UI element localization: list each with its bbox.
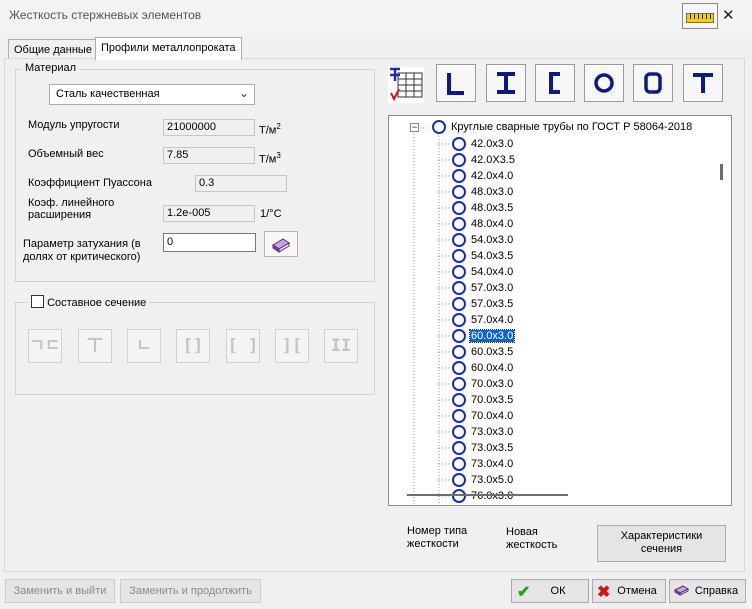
title-bar: Жесткость стержневых элементов ✕ (0, 0, 752, 34)
ruler-button[interactable] (682, 3, 718, 29)
rect-tube-profile-icon (644, 72, 662, 94)
vertical-scrollbar[interactable] (720, 164, 723, 180)
expansion-field: 1.2e-005 (163, 205, 255, 222)
round-tube-icon (452, 265, 466, 279)
round-tube-icon (452, 393, 466, 407)
table-icon[interactable] (388, 67, 424, 103)
section-characteristics-button[interactable]: Характеристики сечения (597, 525, 726, 562)
ok-button[interactable]: ✔ ОК (511, 579, 589, 603)
round-tube-icon (452, 361, 466, 375)
composite-type-3-button[interactable]: ㄴ (127, 329, 161, 363)
t-profile-icon (693, 73, 713, 93)
round-tube-icon (452, 441, 466, 455)
damping-input[interactable]: 0 (163, 233, 256, 252)
expansion-label-1: Коэф. линейного (28, 197, 115, 209)
round-tube-icon (452, 425, 466, 439)
tab-general[interactable]: Общие данные (8, 39, 96, 59)
composite-type-2-button[interactable]: ㄒ (78, 329, 112, 363)
cross-icon: ✖ (597, 584, 611, 601)
check-icon: ✔ (517, 584, 531, 601)
round-tube-icon (452, 153, 466, 167)
round-tube-icon (452, 457, 466, 471)
damping-label-2: долях от критического) (23, 251, 141, 263)
i-beam-profile-button[interactable] (486, 64, 526, 102)
round-tube-icon (452, 185, 466, 199)
new-stiffness-label-1: Новая (506, 526, 538, 538)
round-tube-icon (452, 473, 466, 487)
expansion-unit: 1/°C (260, 208, 282, 220)
profile-tree[interactable]: − Круглые сварные трубы по ГОСТ Р 58064-… (388, 115, 732, 506)
round-tube-icon (452, 217, 466, 231)
round-tube-profile-button[interactable] (584, 64, 624, 102)
weight-field: 7.85 (163, 147, 255, 164)
composite-label: Составное сечение (47, 297, 147, 309)
collapse-icon[interactable]: − (410, 123, 419, 132)
modulus-label: Модуль упругости (28, 119, 120, 131)
round-tube-icon (452, 313, 466, 327)
round-tube-icon (452, 233, 466, 247)
window-title: Жесткость стержневых элементов (9, 8, 202, 22)
close-icon[interactable]: ✕ (722, 6, 735, 24)
cancel-button[interactable]: ✖ Отмена (592, 579, 666, 603)
weight-unit: Т/м3 (259, 151, 281, 166)
composite-type-7-button[interactable]: II (324, 329, 358, 363)
composite-legend[interactable]: Составное сечение (28, 295, 150, 309)
round-tube-icon (452, 137, 466, 151)
type-number-label-2: жесткости (407, 538, 459, 550)
round-tube-icon (452, 297, 466, 311)
book-icon (272, 238, 290, 253)
round-tube-icon (432, 120, 446, 134)
composite-type-6-button[interactable]: ][ (275, 329, 309, 363)
angle-profile-button[interactable] (436, 64, 476, 102)
material-legend: Материал (22, 62, 79, 74)
modulus-field: 21000000 (163, 119, 255, 136)
channel-profile-icon (549, 72, 560, 94)
horizontal-scrollbar[interactable] (407, 494, 568, 496)
round-tube-icon (452, 249, 466, 263)
expansion-label-2: расширения (28, 209, 92, 221)
ruler-icon (686, 13, 714, 23)
round-tube-icon (452, 377, 466, 391)
poisson-label: Коэффициент Пуассона (28, 177, 152, 189)
help-button[interactable]: Справка (669, 579, 746, 603)
angle-profile-icon (447, 73, 464, 95)
modulus-unit: Т/м2 (259, 122, 281, 137)
rect-tube-profile-button[interactable] (633, 64, 673, 102)
i-beam-profile-icon (497, 72, 515, 94)
round-tube-icon (452, 409, 466, 423)
tree-guides (413, 127, 451, 505)
channel-profile-button[interactable] (535, 64, 575, 102)
round-tube-icon (452, 329, 466, 343)
round-tube-icon (452, 489, 466, 503)
weight-label: Объемный вес (28, 148, 104, 160)
new-stiffness-label-2: жесткость (506, 539, 558, 551)
round-tube-icon (452, 169, 466, 183)
tab-profiles[interactable]: Профили металлопроката (95, 37, 242, 60)
round-tube-profile-icon (594, 73, 614, 93)
material-select[interactable]: Сталь качественная ⌄ (49, 84, 255, 105)
poisson-field: 0.3 (195, 175, 287, 192)
composite-type-1-button[interactable]: ㄱㄷ (28, 329, 62, 363)
replace-and-exit-button[interactable]: Заменить и выйти (5, 579, 115, 603)
composite-type-5-button[interactable]: [ ] (226, 329, 260, 363)
material-select-value: Сталь качественная (56, 88, 160, 100)
round-tube-icon (452, 201, 466, 215)
type-number-label-1: Номер типа (407, 525, 468, 537)
composite-checkbox[interactable] (31, 295, 44, 308)
damping-label-1: Параметр затухания (в (23, 238, 141, 250)
chevron-down-icon: ⌄ (238, 86, 249, 100)
replace-and-continue-button[interactable]: Заменить и продолжить (120, 579, 261, 603)
round-tube-icon (452, 345, 466, 359)
composite-type-4-button[interactable]: [] (176, 329, 210, 363)
book-icon (673, 582, 691, 603)
damping-help-button[interactable] (264, 231, 298, 257)
round-tube-icon (452, 281, 466, 295)
t-profile-button[interactable] (683, 64, 723, 102)
